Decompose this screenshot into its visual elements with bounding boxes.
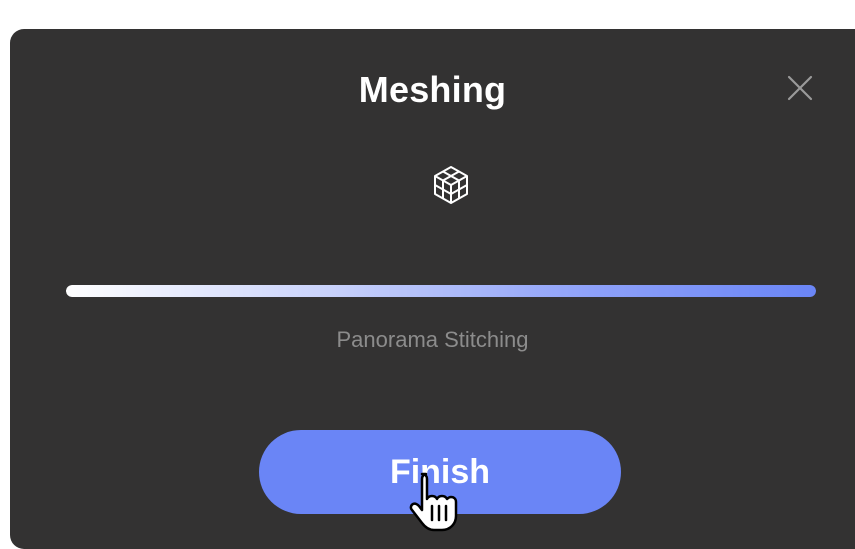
- status-text: Panorama Stitching: [336, 327, 529, 352]
- progress-bar-fill: [66, 285, 816, 297]
- meshing-dialog: Meshing Panorama Stitching Finish: [10, 29, 855, 549]
- progress-bar: [66, 285, 816, 297]
- close-icon: [787, 75, 813, 101]
- finish-button[interactable]: Finish: [259, 430, 621, 514]
- close-button[interactable]: [786, 74, 814, 102]
- mesh-cube-icon: [431, 165, 471, 205]
- dialog-title: Meshing: [358, 69, 507, 110]
